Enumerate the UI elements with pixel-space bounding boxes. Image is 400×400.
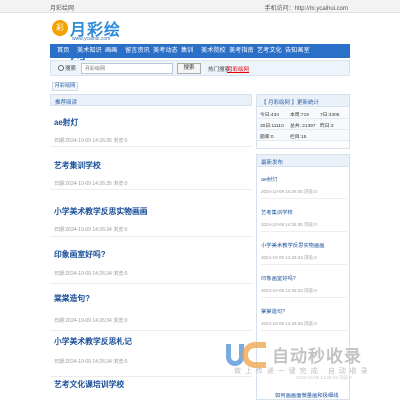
recent-title: 最新发布 [261, 160, 284, 166]
search-button[interactable]: 搜索 [177, 63, 201, 74]
stats-row: 今日:434 本周:719 7日:4305 [257, 108, 349, 119]
stats-title: 【 月彩绘网 】更新统计 [261, 100, 320, 106]
main-nav: 首页 美术知识 画画 留言资讯 美考动态 集训 美术院校 美考指南 艺考文化 告… [50, 44, 350, 58]
watermark-title: 自动秒收录 [272, 347, 362, 366]
article-meta: 日期:2024-10-09 14:26:34 浏览:0 [54, 227, 128, 233]
stat-columns: 栏目:15 [290, 135, 307, 140]
divider [261, 297, 347, 298]
stats-panel: 【 月彩绘网 】更新统计 今日:434 本周:719 7日:4305 30日:1… [256, 94, 350, 149]
nav-item-exam-guide[interactable]: 美考指南 [229, 44, 254, 58]
breadcrumb[interactable]: 月彩绘网 [52, 82, 78, 91]
recent-item-title[interactable]: 艺考集训学校 [261, 208, 293, 216]
recent-item-title[interactable]: 印象画室好吗? [261, 274, 296, 282]
stats-row: 30日:11110 总共: 21397 昨日:3 [257, 119, 349, 130]
article-title[interactable]: 艺考文化课培训学校 [54, 379, 124, 390]
nav-item-art-knowledge[interactable]: 美术知识 [77, 44, 102, 58]
article-title[interactable]: ae射灯 [54, 117, 78, 128]
article-item: ae射灯 日期:2024-10-09 14:26:35 浏览:0 [50, 107, 252, 147]
recent-panel-header: 最新发布 [257, 155, 349, 167]
divider [261, 264, 347, 265]
stat-30days: 30日:11110 [260, 124, 284, 129]
mobile-access-text[interactable]: 手机访问：http://m.ycaihui.com [265, 3, 348, 12]
article-item: 艺考集训学校 日期:2024-10-09 14:26:35 浏览:0 [50, 148, 252, 190]
recent-item-title[interactable]: 如何画画面微量画和极细线 [275, 391, 339, 399]
stat-today: 今日:434 [260, 113, 279, 118]
search-label: 搜索 [65, 66, 77, 72]
logo-coin-icon: 彩 [52, 20, 68, 36]
article-meta: 日期:2024-10-09 14:26:34 浏览:0 [54, 271, 128, 277]
site-name-link[interactable]: 月彩绘网 [50, 3, 74, 12]
recent-item-date: 2024-10-09 14:26:35 浏览:0 [261, 222, 317, 227]
article-title[interactable]: 印象画室好吗? [54, 249, 106, 260]
nav-item-art-schools[interactable]: 美术院校 [201, 44, 226, 58]
recommended-heading: 推荐阅读 [50, 94, 252, 106]
recent-item-date: 2024-10-09 14:26:34 浏览:0 [261, 321, 317, 326]
nav-item-news[interactable]: 留言资讯 [125, 44, 150, 58]
stat-questions: 题库:0 [260, 135, 274, 140]
hot-search-link[interactable]: 月彩绘网 [227, 65, 249, 73]
article-item: 小学美术教学反思札记 日期:2024-10-09 14:26:34 浏览:0 [50, 332, 252, 377]
nav-item-drawing[interactable]: 画画 [105, 44, 117, 58]
recent-item-title[interactable]: ae射灯 [261, 175, 278, 183]
article-item: 小学美术教学反思实物画画 日期:2024-10-09 14:26:34 浏览:0 [50, 191, 252, 237]
divider [261, 231, 347, 232]
nav-item-exam-news[interactable]: 美考动态 [153, 44, 178, 58]
top-bar: 月彩绘网 手机访问：http://m.ycaihui.com [0, 0, 400, 13]
article-title[interactable]: 艺考集训学校 [54, 160, 101, 171]
search-input[interactable] [81, 63, 173, 74]
article-meta: 日期:2024-10-09 14:26:35 浏览:0 [54, 138, 128, 144]
recommended-heading-text: 推荐阅读 [55, 100, 78, 106]
article-title[interactable]: 小学美术教学反思札记 [54, 336, 132, 347]
site-logo[interactable]: 彩 月彩绘网 www.ycaihui.com [52, 14, 132, 63]
stat-total: 总共: 21397 [290, 124, 316, 129]
nav-item-studio[interactable]: 告知画室 [285, 44, 310, 58]
article-item: 印象画室好吗? 日期:2024-10-09 14:26:34 浏览:0 [50, 238, 252, 284]
nav-item-home[interactable]: 首页 [57, 44, 69, 58]
recent-item-date: 2024-10-09 14:26:34 浏览:0 [261, 288, 317, 293]
article-meta: 日期:2024-10-09 14:26:34 浏览:0 [54, 359, 128, 365]
article-title[interactable]: 小学美术教学反思实物画画 [54, 206, 148, 217]
stats-row: 题库:0 栏目:15 [257, 130, 349, 141]
article-meta: 日期:2024-10-09 14:26:35 浏览:0 [54, 181, 128, 187]
article-item: 棠棠造句? 日期:2024-10-09 14:26:34 浏览:0 [50, 285, 252, 331]
search-icon [58, 65, 64, 71]
watermark: 自动秒收录 做 上 传 递 一 键 完 成 · 自 动 收 录 2024-10-… [226, 338, 386, 392]
recent-item-date: 2024-10-09 14:26:35 浏览:0 [261, 189, 317, 194]
nav-item-training[interactable]: 集训 [181, 44, 193, 58]
stat-week: 本周:719 [290, 113, 309, 118]
stat-yesterday: 昨日:3 [320, 124, 334, 129]
stats-panel-header: 【 月彩绘网 】更新统计 [257, 95, 349, 107]
watermark-date: 2024-10-09 14:26:34 浏览:0 [296, 375, 352, 380]
recent-item-title[interactable]: 小学美术教学反思实物画画 [261, 241, 325, 249]
search-bar: 搜索 搜索 热门搜索： 月彩绘网 [50, 60, 350, 76]
nav-item-culture[interactable]: 艺考文化 [257, 44, 282, 58]
logo-url: www.ycaihui.com [72, 36, 111, 42]
divider [261, 198, 347, 199]
article-item: 艺考文化课培训学校 [50, 375, 252, 400]
stat-7days: 7日:4305 [320, 113, 340, 118]
recent-item-title[interactable]: 棠棠造句? [261, 307, 285, 315]
article-meta: 日期:2024-10-09 14:26:34 浏览:0 [54, 318, 128, 324]
article-title[interactable]: 棠棠造句? [54, 293, 90, 304]
recent-item-date: 2024-10-09 14:26:34 浏览:0 [261, 255, 317, 260]
divider [261, 330, 347, 331]
